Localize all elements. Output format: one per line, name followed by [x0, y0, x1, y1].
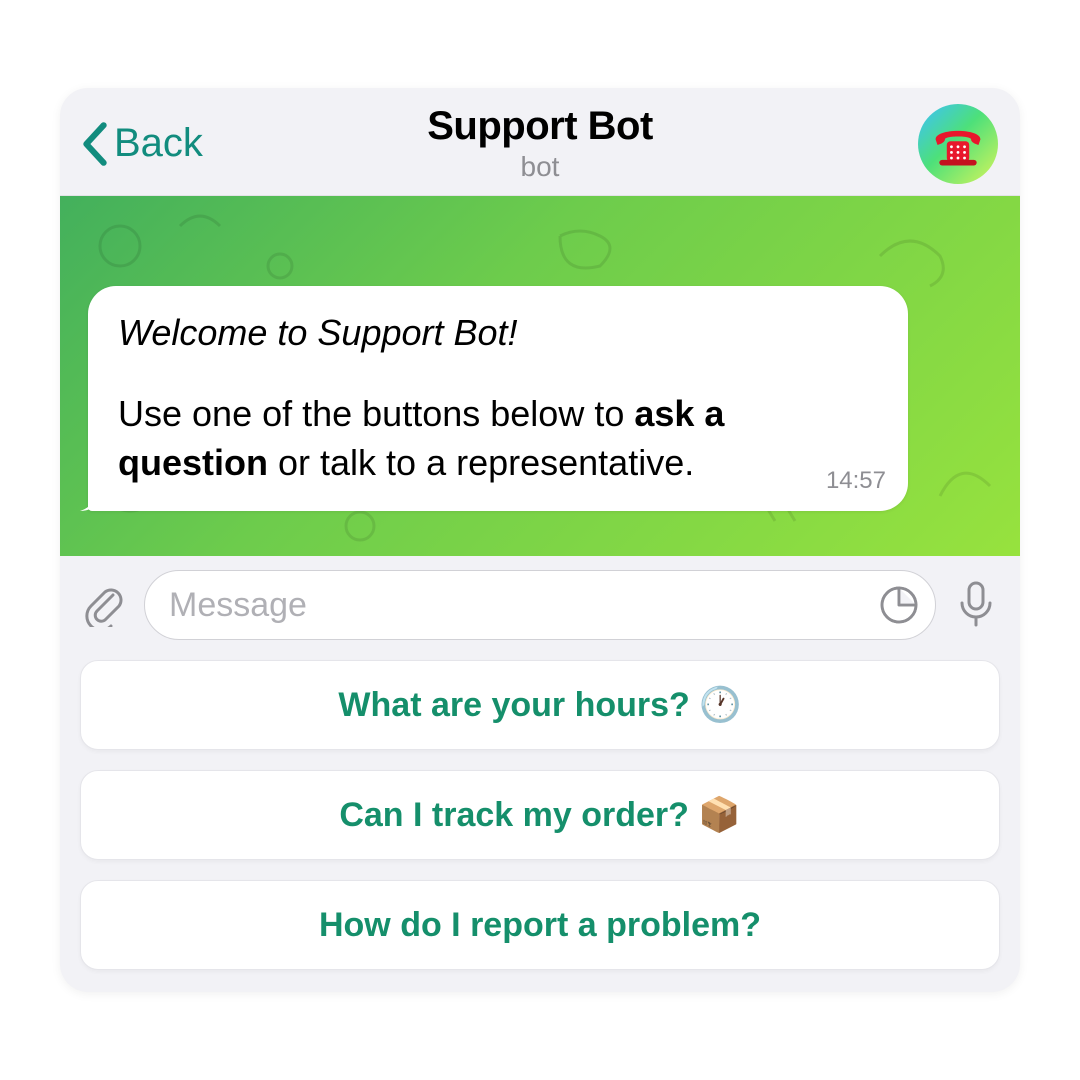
- message-time: 14:57: [826, 467, 886, 495]
- message-field[interactable]: [144, 570, 936, 640]
- quick-reply-button[interactable]: What are your hours? 🕐: [80, 660, 1000, 750]
- chat-subtitle: bot: [60, 151, 1020, 183]
- back-button[interactable]: Back: [66, 121, 203, 166]
- header: Back Support Bot bot: [60, 88, 1020, 196]
- message-body: Use one of the buttons below to ask a qu…: [118, 390, 878, 487]
- attach-button[interactable]: [80, 581, 128, 629]
- paperclip-icon: [83, 583, 125, 627]
- quick-reply-label: What are your hours? 🕐: [338, 685, 741, 725]
- avatar[interactable]: [918, 104, 998, 184]
- chevron-left-icon: [82, 122, 108, 166]
- input-bar: [60, 556, 1020, 654]
- telephone-icon: [930, 120, 986, 168]
- quick-reply-label: How do I report a problem?: [319, 906, 761, 945]
- sticker-icon[interactable]: [879, 585, 919, 625]
- quick-reply-button[interactable]: Can I track my order? 📦: [80, 770, 1000, 860]
- chat-area: Welcome to Support Bot! Use one of the b…: [60, 196, 1020, 556]
- message-body-pre: Use one of the buttons below to: [118, 393, 634, 434]
- message-greeting: Welcome to Support Bot!: [118, 312, 878, 354]
- back-label: Back: [114, 121, 203, 166]
- quick-reply-label: Can I track my order? 📦: [339, 795, 740, 835]
- quick-reply-button[interactable]: How do I report a problem?: [80, 880, 1000, 970]
- bubble-tail: [80, 489, 102, 511]
- mic-icon: [958, 581, 994, 629]
- chat-title: Support Bot: [60, 104, 1020, 149]
- message-body-post: or talk to a representative.: [268, 442, 694, 483]
- message-input[interactable]: [169, 586, 879, 625]
- message-bubble: Welcome to Support Bot! Use one of the b…: [88, 286, 908, 511]
- mic-button[interactable]: [952, 581, 1000, 629]
- quick-replies: What are your hours? 🕐 Can I track my or…: [60, 654, 1020, 992]
- chat-window: Back Support Bot bot: [60, 88, 1020, 992]
